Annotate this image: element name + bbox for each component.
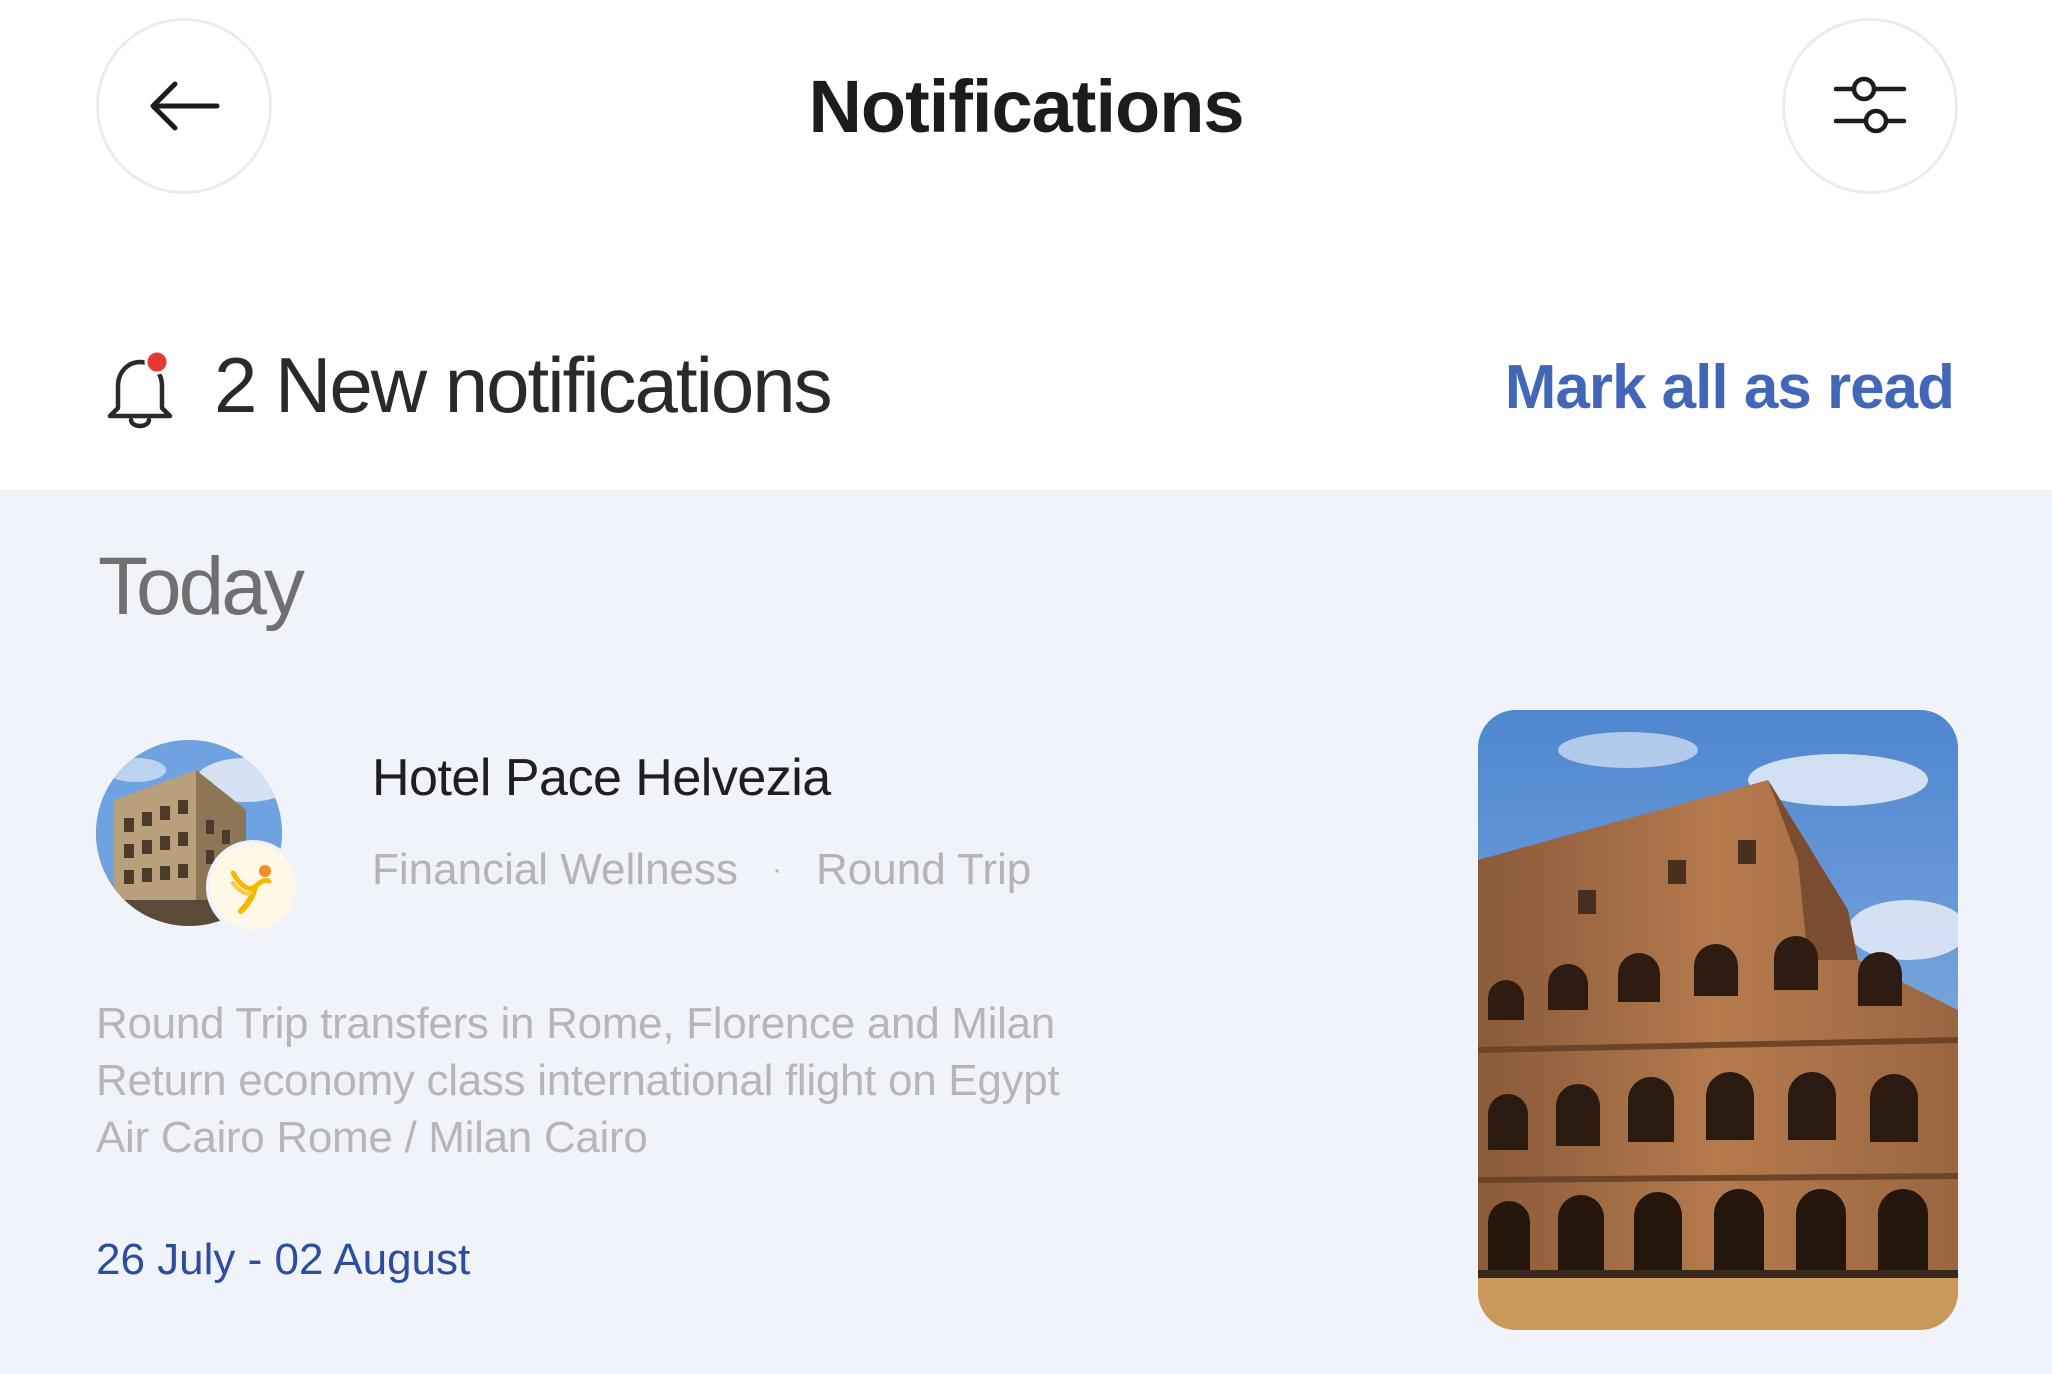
notification-dates: 26 July - 02 August	[96, 1235, 471, 1284]
filter-button[interactable]	[1782, 18, 1958, 194]
colosseum-photo	[1478, 710, 1958, 1330]
brand-logo-icon	[230, 865, 272, 914]
bell-icon	[107, 350, 173, 429]
unread-dot	[144, 350, 170, 375]
notification-item[interactable]: Hotel Pace Helvezia Financial Wellness ·…	[0, 490, 2052, 1374]
new-notifications-count: 2 New notifications	[214, 341, 833, 429]
mark-all-read-button[interactable]: Mark all as read	[1505, 352, 1955, 423]
colosseum-image	[1478, 710, 1958, 1330]
header: Notifications	[0, 0, 2052, 230]
brand-badge	[206, 840, 300, 934]
meta-separator: ·	[772, 853, 783, 886]
description-line: Return economy class international fligh…	[96, 1056, 1060, 1105]
notifications-list: Today Hotel Pace Helvezia Financial Well…	[0, 490, 2052, 1374]
new-notifications-bar: 2 New notifications Mark all as read	[0, 330, 2052, 450]
notification-type: Round Trip	[816, 845, 1032, 894]
notifications-screen: Notifications 2 New notifications Mark a…	[0, 0, 2052, 1374]
notification-description: Round Trip transfers in Rome, Florence a…	[96, 995, 1196, 1166]
notification-meta: Financial Wellness · Round Trip	[372, 845, 1031, 895]
description-line: Round Trip transfers in Rome, Florence a…	[96, 999, 1055, 1048]
notification-category: Financial Wellness	[372, 845, 739, 894]
page-title: Notifications	[808, 65, 1244, 148]
notification-title: Hotel Pace Helvezia	[372, 749, 831, 807]
sliders-icon	[1833, 76, 1907, 134]
description-line: Air Cairo Rome / Milan Cairo	[96, 1113, 648, 1162]
